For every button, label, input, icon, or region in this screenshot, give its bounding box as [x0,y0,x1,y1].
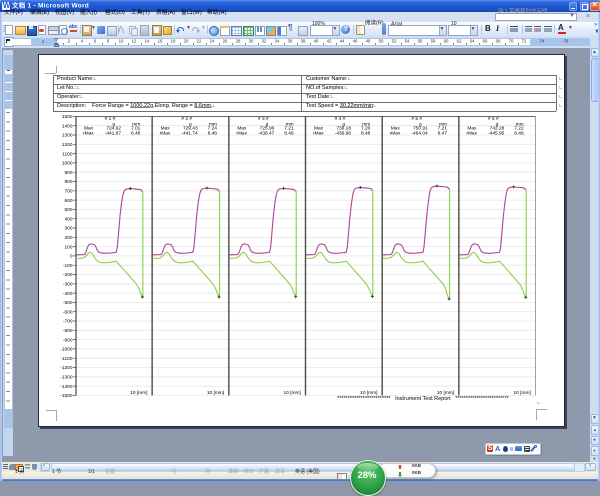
svg-text:-1300: -1300 [60,375,73,381]
svg-text:# 6 #: # 6 # [488,116,499,122]
svg-text:750.91: 750.91 [413,126,428,132]
svg-text:-200: -200 [63,272,73,278]
svg-text:-400: -400 [63,291,73,297]
svg-text:1200: 1200 [62,142,73,148]
svg-text:-1100: -1100 [61,356,73,362]
svg-text:# 2 #: # 2 # [181,116,192,122]
svg-text:-300: -300 [63,282,73,288]
svg-text:8.48: 8.48 [361,130,371,136]
svg-text:100: 100 [64,244,72,250]
svg-text:10 [mm]: 10 [mm] [514,390,531,396]
svg-text:-100: -100 [63,263,73,269]
svg-text:7.21: 7.21 [284,126,294,132]
svg-text:rMax: rMax [160,130,171,136]
svg-text:-441.74: -441.74 [181,130,198,136]
svg-text:7.22: 7.22 [514,126,524,132]
svg-text:Max: Max [391,126,401,132]
svg-text:0: 0 [70,254,73,260]
svg-text:7.01: 7.01 [131,126,141,132]
svg-text:-1200: -1200 [60,365,73,371]
svg-text:rMax: rMax [313,130,324,136]
svg-text:1000: 1000 [62,161,73,167]
svg-text:Max: Max [314,126,324,132]
svg-text:# 4 #: # 4 # [335,116,346,122]
svg-text:7.21: 7.21 [438,126,448,132]
svg-text:# 1 #: # 1 # [105,116,116,122]
svg-text:-500: -500 [63,300,73,306]
svg-text:-1000: -1000 [60,347,73,353]
svg-text:8.48: 8.48 [131,130,141,136]
svg-text:# 5 #: # 5 # [411,116,422,122]
svg-text:600: 600 [64,198,72,204]
svg-text:rMax: rMax [236,130,247,136]
svg-text:-900: -900 [63,337,73,343]
svg-text:# 3 #: # 3 # [258,116,269,122]
svg-text:Max: Max [467,126,477,132]
svg-text:-700: -700 [63,319,73,325]
svg-text:10 [mm]: 10 [mm] [360,390,377,396]
svg-text:-600: -600 [63,309,73,315]
svg-text:rMax: rMax [390,130,401,136]
svg-text:736.18: 736.18 [336,126,351,132]
svg-text:724.62: 724.62 [106,126,121,132]
svg-text:1300: 1300 [62,133,73,139]
svg-text:10 [mm]: 10 [mm] [284,390,301,396]
svg-text:1500: 1500 [62,114,73,120]
svg-text:8.48: 8.48 [208,130,218,136]
svg-text:900: 900 [64,170,72,176]
svg-text:-1400: -1400 [60,384,73,390]
svg-text:8.47: 8.47 [438,130,448,136]
svg-text:rMax: rMax [83,130,94,136]
svg-text:10 [mm]: 10 [mm] [130,390,147,396]
svg-text:-464.04: -464.04 [411,130,428,136]
svg-text:742.28: 742.28 [490,126,505,132]
svg-text:-436.96: -436.96 [335,130,352,136]
svg-text:10 [mm]: 10 [mm] [437,390,454,396]
svg-text:-438.47: -438.47 [258,130,275,136]
svg-text:500: 500 [64,207,72,213]
svg-text:7.24: 7.24 [208,126,218,132]
svg-text:8.46: 8.46 [284,130,294,136]
svg-text:725.96: 725.96 [260,126,275,132]
svg-text:Max: Max [161,126,171,132]
svg-text:7.20: 7.20 [361,126,371,132]
svg-text:400: 400 [64,216,72,222]
svg-text:1400: 1400 [62,123,73,129]
svg-text:700: 700 [64,189,72,195]
svg-text:-441.87: -441.87 [105,130,122,136]
svg-text:800: 800 [64,179,72,185]
svg-text:rMax: rMax [466,130,477,136]
svg-text:-445.95: -445.95 [488,130,505,136]
svg-text:10 [mm]: 10 [mm] [207,390,224,396]
svg-text:-800: -800 [63,328,73,334]
svg-text:1100: 1100 [62,151,73,157]
svg-text:-1500: -1500 [60,393,73,399]
svg-text:Max: Max [84,126,94,132]
svg-text:729.43: 729.43 [183,126,198,132]
svg-text:8.48: 8.48 [514,130,524,136]
svg-text:Max: Max [237,126,247,132]
svg-text:300: 300 [64,226,72,232]
svg-text:200: 200 [64,235,72,241]
